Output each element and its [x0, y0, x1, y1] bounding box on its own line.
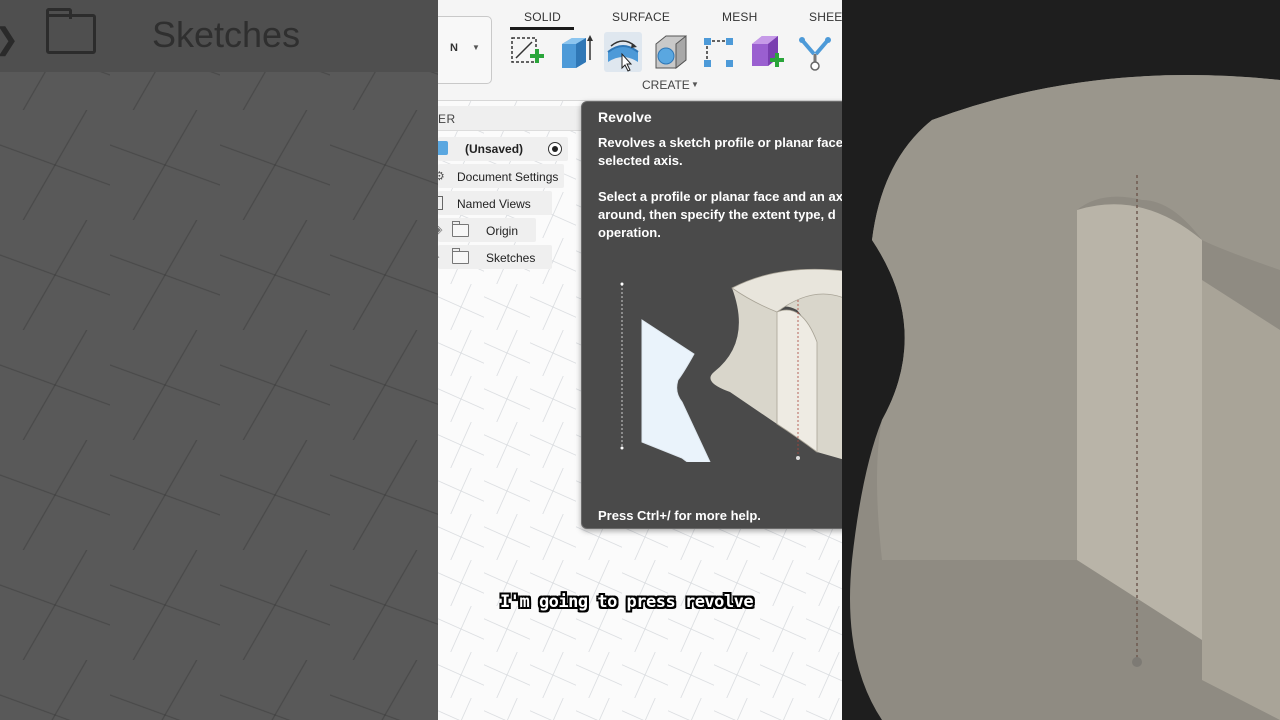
revolved-body-blurred — [850, 75, 1280, 720]
tab-solid[interactable]: SOLID — [524, 10, 561, 24]
video-caption: I'm going to press revolve — [500, 592, 754, 612]
visibility-icon[interactable]: ◈ — [438, 223, 442, 236]
workspace-label: N — [450, 42, 458, 54]
shell-icon[interactable] — [652, 32, 690, 72]
canvas-grid-blurred — [0, 0, 438, 720]
create-sketch-icon[interactable] — [508, 32, 546, 72]
expand-icon[interactable]: ▸ — [438, 250, 440, 263]
joint-icon[interactable] — [796, 32, 834, 72]
pattern-icon[interactable] — [700, 32, 738, 72]
tooltip-instructions: Select a profile or planar face and an a… — [598, 189, 842, 240]
sketches-label-blurred: Sketches — [152, 14, 301, 55]
revolve-icon[interactable] — [604, 32, 642, 72]
active-tab-indicator — [510, 27, 574, 30]
tab-mesh[interactable]: MESH — [722, 10, 757, 24]
browser-item-label: Origin — [486, 224, 519, 238]
new-component-icon[interactable] — [748, 32, 786, 72]
background-left-blur: ❯ Sketches — [0, 0, 438, 720]
chevron-right-icon: ❯ — [0, 22, 19, 57]
revolve-tooltip: Revolve Revolves a sketch profile or pla… — [581, 101, 842, 529]
browser-item-label: Named Views — [457, 197, 531, 211]
caret-down-icon: ▼ — [691, 80, 699, 89]
active-radio-icon[interactable] — [548, 142, 562, 156]
revolve-illustration — [620, 268, 842, 462]
tooltip-description: Revolves a sketch profile or planar face… — [598, 135, 842, 168]
browser-item-label: Document Settings — [457, 170, 559, 184]
gear-icon: ⚙ — [438, 169, 445, 183]
folder-icon — [46, 8, 96, 54]
toolbar: N ▼ SOLID SURFACE MESH SHEET — [438, 0, 842, 101]
workspace-switcher[interactable] — [438, 16, 492, 84]
browser-header — [438, 106, 588, 131]
browser-item-label: Sketches — [486, 251, 536, 265]
create-menu[interactable]: CREATE — [642, 78, 690, 92]
tab-sheet[interactable]: SHEET — [809, 10, 842, 24]
folder-icon — [452, 221, 469, 237]
browser-item-label: (Unsaved) — [465, 142, 524, 156]
views-icon — [438, 196, 443, 210]
caret-down-icon: ▼ — [472, 43, 480, 52]
background-right-blur — [842, 0, 1280, 720]
extrude-icon[interactable] — [556, 32, 594, 72]
fusion-app-window: N ▼ SOLID SURFACE MESH SHEET — [438, 0, 842, 720]
browser-title: ER — [438, 112, 456, 126]
folder-icon — [452, 248, 469, 264]
tooltip-help-hint: Press Ctrl+/ for more help. — [598, 508, 761, 523]
document-icon — [438, 141, 448, 155]
tooltip-title: Revolve — [598, 109, 652, 125]
tab-surface[interactable]: SURFACE — [612, 10, 670, 24]
